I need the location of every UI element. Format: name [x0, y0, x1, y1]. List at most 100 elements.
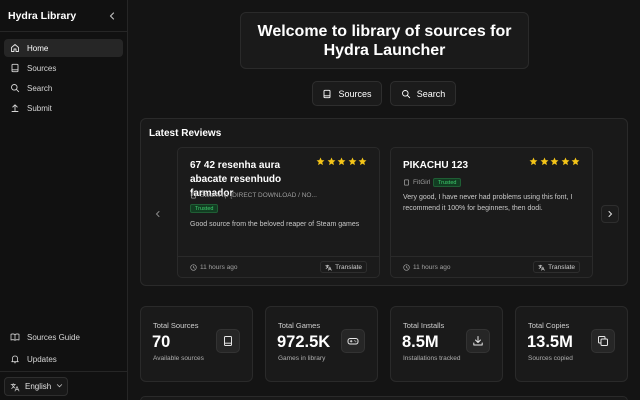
stat-label: Total Sources — [153, 321, 199, 330]
app-title: Hydra Library — [8, 9, 77, 22]
welcome-banner: Welcome to library of sources for Hydra … — [240, 12, 529, 69]
book-icon — [10, 63, 20, 73]
search-button-label: Search — [416, 88, 446, 99]
star-rating — [316, 157, 367, 166]
star-icon — [529, 157, 538, 166]
star-icon — [327, 157, 335, 166]
translate-label: Translate — [548, 263, 575, 271]
language-select[interactable]: English — [4, 377, 68, 396]
book-open-icon — [10, 332, 20, 342]
latest-reviews-section: Latest Reviews 67 42 resenha aura abacat… — [140, 118, 628, 286]
stat-value: 13.5M — [527, 333, 573, 351]
stat-value: 70 — [152, 333, 171, 351]
clock-icon — [403, 264, 410, 271]
review-card[interactable]: 67 42 resenha aura abacate resenhudo far… — [177, 147, 380, 278]
sidebar-item-label: Submit — [27, 103, 52, 113]
sidebar-item-label: Home — [27, 43, 49, 53]
language-section: English — [0, 371, 127, 400]
stats-section: Total Sources 70 Available sources Total… — [140, 306, 628, 382]
carousel-next-button[interactable] — [601, 205, 619, 223]
next-section-edge — [140, 396, 628, 400]
welcome-line-2: Hydra Launcher — [323, 41, 446, 59]
gamepad-icon — [341, 329, 365, 353]
review-text: Very good, I have never had problems usi… — [403, 194, 573, 212]
stat-value: 8.5M — [402, 333, 439, 351]
review-title: PIKACHU 123 — [403, 160, 469, 171]
chevron-right-icon — [608, 211, 613, 217]
stat-subtitle: Games in library — [278, 355, 326, 362]
search-icon — [10, 83, 20, 93]
chevron-left-icon — [155, 211, 160, 217]
reviews-title: Latest Reviews — [149, 128, 222, 139]
translate-button[interactable]: Translate — [533, 261, 580, 273]
star-icon — [337, 157, 346, 166]
star-icon — [540, 157, 548, 166]
sources-button-label: Sources — [338, 88, 372, 99]
stat-card-total-copies: Total Copies 13.5M Sources copied — [515, 306, 628, 382]
clock-icon — [190, 264, 197, 271]
stat-subtitle: Available sources — [153, 355, 204, 362]
bell-icon — [10, 354, 20, 364]
review-footer: 11 hours ago Translate — [391, 256, 592, 277]
star-icon — [348, 157, 356, 166]
review-time-label: 11 hours ago — [413, 264, 451, 271]
review-card[interactable]: PIKACHU 123 FitGirl Trusted Very good, I… — [390, 147, 593, 278]
star-icon — [571, 157, 580, 166]
welcome-title: Welcome to library of sources for Hydra … — [258, 22, 512, 60]
stat-card-total-sources: Total Sources 70 Available sources — [140, 306, 253, 382]
review-text: Good source from the beloved reaper of S… — [190, 221, 360, 228]
book-icon — [322, 89, 332, 99]
sidebar-item-submit[interactable]: Submit — [4, 99, 123, 117]
sidebar-item-sources-guide[interactable]: Sources Guide — [4, 327, 123, 347]
sidebar-item-label: Sources Guide — [27, 332, 80, 342]
chevron-left-icon — [109, 11, 115, 20]
trusted-badge: Trusted — [433, 178, 462, 187]
copy-icon — [591, 329, 615, 353]
sidebar-item-label: Sources — [27, 63, 57, 73]
translate-icon — [538, 264, 545, 271]
sources-button[interactable]: Sources — [312, 81, 382, 106]
trusted-badge: Trusted — [190, 204, 219, 213]
stat-subtitle: Installations tracked — [403, 355, 461, 362]
stat-label: Total Installs — [403, 321, 445, 330]
translate-button[interactable]: Translate — [320, 261, 367, 273]
sidebar-item-label: Search — [27, 83, 53, 93]
search-button[interactable]: Search — [390, 81, 456, 106]
stat-card-total-installs: Total Installs 8.5M Installations tracke… — [390, 306, 503, 382]
chevron-down-icon — [56, 382, 63, 391]
download-icon — [466, 329, 490, 353]
stat-card-total-games: Total Games 972.5K Games in library — [265, 306, 378, 382]
review-source: FitGirl — [403, 179, 430, 186]
star-icon — [561, 157, 569, 166]
star-icon — [358, 157, 367, 166]
sidebar-item-home[interactable]: Home — [4, 39, 123, 57]
book-icon — [190, 192, 197, 199]
collapse-sidebar-button[interactable] — [105, 9, 119, 23]
sidebar: Hydra Library Home Sources Search Submit… — [0, 0, 128, 400]
translate-icon — [10, 382, 20, 392]
search-icon — [401, 89, 411, 99]
stat-label: Total Copies — [528, 321, 570, 330]
main-content: Welcome to library of sources for Hydra … — [128, 0, 640, 400]
review-time-label: 11 hours ago — [200, 264, 238, 271]
stat-value: 972.5K — [277, 333, 331, 351]
review-source-name: SteamRip [DIRECT DOWNLOAD / NO... — [200, 192, 317, 199]
stat-label: Total Games — [278, 321, 321, 330]
review-time: 11 hours ago — [403, 264, 450, 271]
sidebar-item-sources[interactable]: Sources — [4, 59, 123, 77]
review-source: SteamRip [DIRECT DOWNLOAD / NO... — [190, 192, 317, 199]
language-label: English — [25, 382, 52, 391]
welcome-line-1: Welcome to library of sources for — [257, 22, 512, 40]
upload-icon — [10, 103, 20, 113]
sidebar-header: Hydra Library — [0, 0, 127, 32]
sidebar-item-label: Updates — [27, 354, 57, 364]
star-icon — [316, 157, 325, 166]
sidebar-item-search[interactable]: Search — [4, 79, 123, 97]
carousel-prev-button[interactable] — [149, 205, 167, 223]
sidebar-item-updates[interactable]: Updates — [4, 349, 123, 369]
stat-subtitle: Sources copied — [528, 355, 573, 362]
star-rating — [529, 157, 580, 166]
review-footer: 11 hours ago Translate — [178, 256, 379, 277]
sidebar-nav: Home Sources Search Submit — [0, 32, 127, 117]
book-icon — [403, 179, 410, 186]
